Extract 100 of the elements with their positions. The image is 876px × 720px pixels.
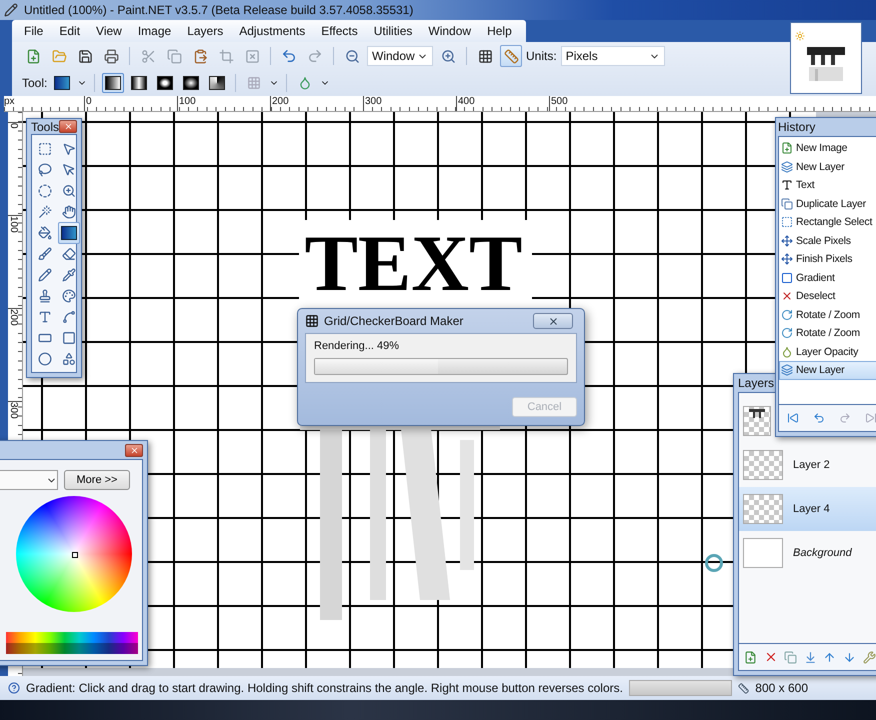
menu-item[interactable]: Window	[420, 21, 480, 41]
history-item[interactable]: Scale Pixels	[779, 232, 876, 250]
menu-item[interactable]: Help	[479, 21, 520, 41]
menu-item[interactable]: Layers	[179, 21, 232, 41]
ruler-label: 200	[271, 96, 289, 109]
window-title: Tools	[31, 120, 60, 134]
redo-icon	[307, 48, 323, 64]
arrow-down-icon	[843, 650, 856, 664]
wheel-marker-icon	[72, 552, 78, 558]
history-item[interactable]: Duplicate Layer	[779, 194, 876, 213]
color-mode-dropdown[interactable]	[0, 470, 58, 490]
close-icon	[64, 122, 72, 131]
ruler-icon	[504, 48, 518, 64]
ruler-label: 0	[8, 123, 19, 129]
history-item[interactable]: Rotate / Zoom	[779, 306, 876, 324]
rectangle-icon	[38, 331, 52, 345]
history-item[interactable]: Text	[779, 176, 876, 194]
scissors-icon	[140, 48, 156, 64]
layer-thumbnail	[743, 450, 783, 480]
ring-cursor-icon	[705, 554, 723, 572]
folder-icon	[52, 48, 66, 64]
size-icon	[738, 682, 750, 694]
zoom-in-icon	[440, 48, 456, 64]
tool-button[interactable]	[58, 222, 80, 244]
pointer-icon	[62, 142, 76, 156]
menu-item[interactable]: File	[16, 21, 52, 41]
pointer-outline-icon	[62, 163, 76, 177]
wand-icon	[38, 205, 52, 219]
gradient-tool-icon	[61, 226, 77, 240]
ruler-label: 200	[8, 309, 19, 326]
history-item[interactable]: Layer Opacity	[779, 342, 876, 361]
image-size: 800 x 600	[755, 681, 808, 695]
history-item[interactable]: New Layer	[779, 361, 876, 380]
more-button[interactable]: More >>	[64, 470, 130, 490]
curve-icon	[62, 310, 76, 324]
rounded-square-icon	[62, 331, 76, 345]
arrow-up-icon	[823, 650, 836, 664]
skip-back-icon	[787, 412, 799, 424]
layers-icon	[781, 364, 793, 376]
shapes-icon	[62, 352, 76, 366]
zoom-dropdown[interactable]: Window	[367, 46, 433, 66]
history-item[interactable]: New Image	[779, 139, 876, 158]
status-message: Gradient: Click and drag to start drawing. Holding shift constrains the angle. Right mouse button reverses colors.	[26, 681, 623, 695]
history-item[interactable]: Rotate / Zoom	[779, 324, 876, 342]
pencil-icon	[38, 268, 52, 282]
history-item[interactable]: Finish Pixels	[779, 250, 876, 268]
color-palette[interactable]	[6, 632, 138, 654]
grid-icon	[478, 48, 492, 64]
close-button[interactable]	[125, 444, 143, 456]
window-title: Layers	[738, 376, 774, 390]
menu-item[interactable]: Effects	[313, 21, 366, 41]
copy-icon	[166, 48, 182, 64]
new-file-icon	[26, 48, 40, 64]
menu-item[interactable]: Utilities	[366, 21, 420, 41]
ruler-label: 300	[364, 96, 382, 109]
close-button[interactable]	[533, 313, 573, 329]
tool-label: Tool:	[22, 76, 48, 90]
new-page-icon	[781, 142, 793, 154]
rulers-toggle[interactable]	[500, 45, 522, 67]
progress-message: Rendering... 49%	[314, 340, 400, 352]
crossed-square-icon	[244, 48, 260, 64]
crop-icon	[218, 48, 234, 64]
history-item[interactable]: Gradient	[779, 268, 876, 287]
ruler-label: 100	[178, 96, 196, 109]
layer-thumbnail	[743, 494, 783, 524]
dashed-square-icon	[781, 216, 793, 228]
clipboard-icon	[192, 48, 208, 64]
zoom-icon	[62, 184, 76, 198]
menu-item[interactable]: View	[88, 21, 130, 41]
paint-bucket-icon	[38, 226, 52, 240]
zoom-out-icon	[344, 48, 360, 64]
menu-item[interactable]: Edit	[51, 21, 88, 41]
grid-icon	[247, 76, 262, 90]
undo-icon	[281, 48, 297, 64]
dialog-title: Grid/CheckerBoard Maker	[324, 314, 464, 328]
layer-row[interactable]: Layer 4	[739, 487, 876, 531]
pipette-icon	[62, 268, 76, 282]
ruler-label: 300	[8, 402, 19, 419]
menu-item[interactable]: Adjustments	[231, 21, 314, 41]
brush-icon	[38, 247, 52, 261]
help-icon	[8, 681, 20, 695]
history-item[interactable]: Rectangle Select	[779, 213, 876, 232]
units-dropdown[interactable]: Pixels	[560, 46, 665, 66]
grid-icon	[305, 314, 319, 328]
history-item[interactable]: New Layer	[779, 158, 876, 176]
layer-row[interactable]: Layer 2	[739, 443, 876, 487]
droplet-icon	[781, 346, 793, 358]
layer-row[interactable]: Background	[739, 531, 876, 575]
layer-name: Layer 2	[793, 459, 830, 471]
square-icon	[781, 272, 793, 284]
layer-name: Background	[793, 547, 852, 559]
menu-item[interactable]: Image	[130, 21, 180, 41]
close-mark-icon	[781, 290, 793, 302]
wrench-icon	[862, 650, 876, 664]
history-item[interactable]: Deselect	[779, 287, 876, 306]
gradient-mode-button[interactable]	[102, 73, 124, 93]
text-icon	[38, 310, 52, 324]
undo-icon	[813, 412, 825, 424]
skip-forward-icon	[865, 412, 876, 424]
close-button[interactable]	[59, 120, 77, 133]
